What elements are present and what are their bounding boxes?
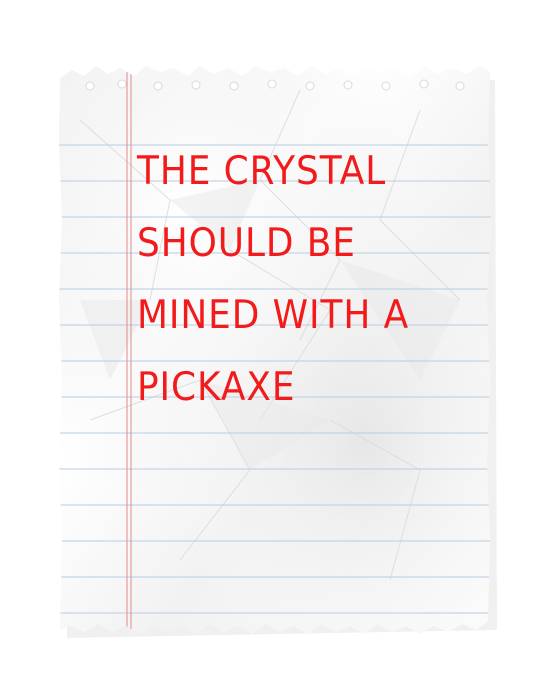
note-line-1: THE CRYSTAL [137,149,387,194]
handwritten-note: THE CRYSTAL SHOULD BE MINED WITH A PICKA… [137,136,468,424]
note-line-2: SHOULD BE [137,221,356,266]
note-line-3: MINED WITH A [137,293,410,338]
torn-notebook-page: THE CRYSTAL SHOULD BE MINED WITH A PICKA… [0,0,540,700]
note-line-4: PICKAXE [137,365,296,410]
